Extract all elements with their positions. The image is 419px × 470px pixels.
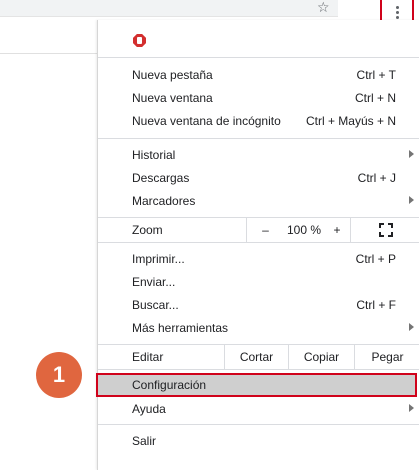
zoom-in-button[interactable]: + [324,218,350,242]
separator [98,369,419,370]
zoom-value-label: 100 % [286,223,322,237]
separator [98,138,419,139]
menu-item-more-tools[interactable]: Más herramientas [98,316,419,339]
cut-button[interactable]: Cortar [224,345,288,369]
menu-item-label: Nueva ventana de incógnito [132,113,281,128]
page-content [0,20,97,470]
adblock-extension-icon[interactable] [133,34,146,47]
address-bar[interactable] [0,0,338,17]
menu-item-label: Enviar... [132,274,176,289]
menu-item-downloads[interactable]: Descargas Ctrl + J [98,166,419,189]
menu-item-incognito[interactable]: Nueva ventana de incógnito Ctrl + Mayús … [98,109,419,132]
copy-button[interactable]: Copiar [288,345,354,369]
menu-item-label: Más herramientas [132,320,229,335]
menu-item-shortcut: Ctrl + Mayús + N [305,113,396,128]
menu-item-shortcut: Ctrl + T [356,67,396,82]
separator [98,424,419,425]
menu-item-label: Configuración [132,377,207,392]
separator [98,242,419,243]
chrome-menu: Nueva pestaña Ctrl + T Nueva ventana Ctr… [96,20,419,470]
menu-item-print[interactable]: Imprimir... Ctrl + P [98,247,419,270]
menu-item-label: Ayuda [132,401,166,416]
menu-item-history[interactable]: Historial [98,143,419,166]
zoom-label: Zoom [132,223,163,237]
menu-item-find[interactable]: Buscar... Ctrl + F [98,293,419,316]
menu-item-new-window[interactable]: Nueva ventana Ctrl + N [98,86,419,109]
copy-label: Copiar [303,350,340,364]
menu-item-shortcut: Ctrl + P [355,251,396,266]
menu-item-settings[interactable]: Configuración [98,373,419,396]
menu-item-label: Buscar... [132,297,179,312]
menu-item-exit[interactable]: Salir [98,429,419,452]
paste-button[interactable]: Pegar [354,345,419,369]
fullscreen-icon [378,223,393,237]
menu-item-label: Historial [132,147,176,162]
submenu-arrow-icon [409,196,414,204]
submenu-arrow-icon [409,150,414,158]
menu-item-label: Salir [132,433,157,448]
menu-item-label: Marcadores [132,193,196,208]
zoom-out-button[interactable]: – [246,218,284,242]
menu-item-shortcut: Ctrl + J [357,170,396,185]
submenu-arrow-icon [409,404,414,412]
menu-item-label: Nueva ventana [132,90,213,105]
submenu-arrow-icon [409,323,414,331]
divider [0,53,97,54]
menu-item-cast[interactable]: Enviar... [98,270,419,293]
cut-label: Cortar [239,350,274,364]
edit-label: Editar [132,350,164,364]
menu-item-bookmarks[interactable]: Marcadores [98,189,419,212]
menu-item-label: Descargas [132,170,190,185]
paste-label: Pegar [371,350,404,364]
separator [98,57,419,58]
zoom-value: 100 % [284,218,324,242]
step-number-badge: 1 [36,352,82,398]
menu-item-new-tab[interactable]: Nueva pestaña Ctrl + T [98,63,419,86]
menu-item-label: Imprimir... [132,251,185,266]
fullscreen-button[interactable] [350,218,419,242]
browser-window: ☆ Nueva pestaña Ctrl + T Nueva ventana C… [0,0,419,470]
menu-item-shortcut: Ctrl + F [356,297,396,312]
menu-item-label: Nueva pestaña [132,67,213,82]
zoom-in-label: + [333,223,341,237]
bookmark-star-icon[interactable]: ☆ [317,1,331,15]
edit-row: Editar Cortar Copiar Pegar [98,345,419,369]
menu-item-shortcut: Ctrl + N [354,90,396,105]
menu-item-help[interactable]: Ayuda [98,397,419,420]
zoom-out-label: – [262,223,269,237]
zoom-row: Zoom – 100 % + [98,218,419,242]
browser-toolbar: ☆ [0,0,419,26]
